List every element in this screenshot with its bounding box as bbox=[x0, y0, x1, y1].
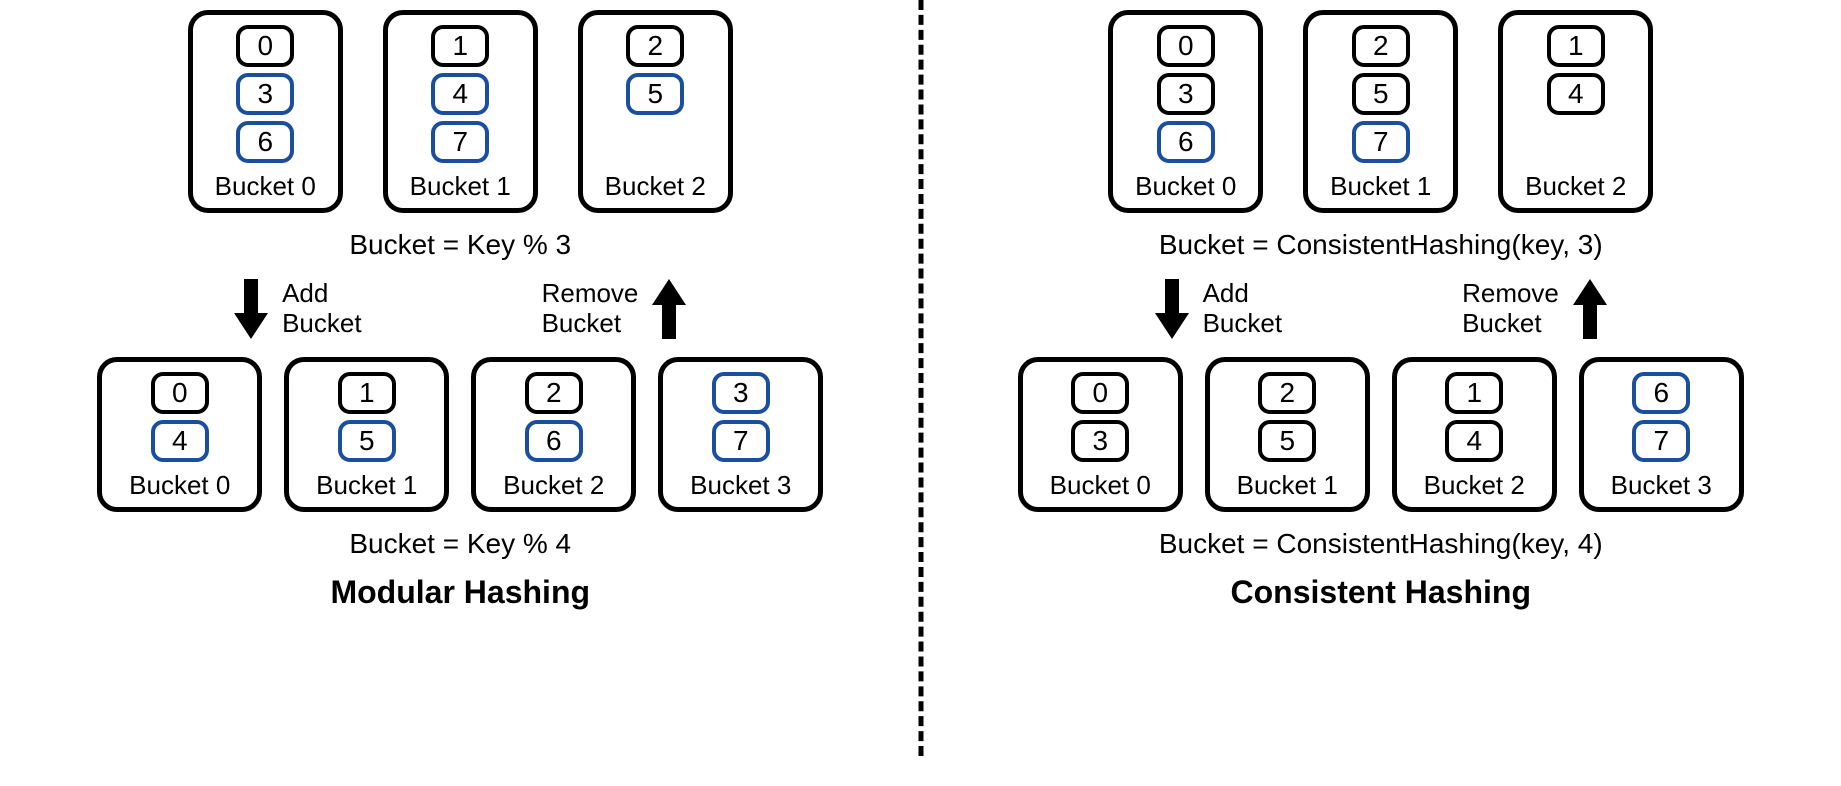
left-remove-label: RemoveBucket bbox=[542, 279, 639, 339]
left-add-label: AddBucket bbox=[282, 279, 362, 339]
key-cell: 1 bbox=[338, 372, 396, 414]
key-cell: 3 bbox=[1071, 420, 1129, 462]
bucket: 1 4 Bucket 2 bbox=[1498, 10, 1653, 213]
bucket-label: Bucket 0 bbox=[215, 171, 316, 202]
bucket-label: Bucket 0 bbox=[1135, 171, 1236, 202]
key-cell: 2 bbox=[626, 25, 684, 67]
key-cell: 3 bbox=[712, 372, 770, 414]
key-cell: 6 bbox=[525, 420, 583, 462]
right-title: Consistent Hashing bbox=[1231, 574, 1531, 611]
right-top-buckets: 0 3 6 Bucket 0 2 5 7 Bucket 1 1 4 Bucket 2 bbox=[1108, 10, 1653, 213]
right-arrows: AddBucket RemoveBucket bbox=[941, 279, 1822, 339]
key-cell: 2 bbox=[1258, 372, 1316, 414]
left-top-formula: Bucket = Key % 3 bbox=[349, 229, 571, 261]
left-remove-bucket-arrow: RemoveBucket bbox=[542, 279, 687, 339]
left-bottom-formula: Bucket = Key % 4 bbox=[349, 528, 571, 560]
key-cell: 1 bbox=[1547, 25, 1605, 67]
left-bottom-buckets: 0 4 Bucket 0 1 5 Bucket 1 2 6 Bucket 2 3 7 Bucket 3 bbox=[97, 357, 823, 512]
bucket: 0 3 6 Bucket 0 bbox=[188, 10, 343, 213]
bucket: 2 5 Bucket 2 bbox=[578, 10, 733, 213]
key-cell: 1 bbox=[431, 25, 489, 67]
key-cell: 4 bbox=[1445, 420, 1503, 462]
right-bottom-formula: Bucket = ConsistentHashing(key, 4) bbox=[1159, 528, 1603, 560]
bucket: 6 7 Bucket 3 bbox=[1579, 357, 1744, 512]
key-cell: 5 bbox=[338, 420, 396, 462]
right-add-label: AddBucket bbox=[1203, 279, 1283, 339]
key-cell: 7 bbox=[712, 420, 770, 462]
right-add-bucket-arrow: AddBucket bbox=[1155, 279, 1283, 339]
key-cell: 1 bbox=[1445, 372, 1503, 414]
right-remove-bucket-arrow: RemoveBucket bbox=[1462, 279, 1607, 339]
bucket-label: Bucket 1 bbox=[1330, 171, 1431, 202]
bucket: 2 6 Bucket 2 bbox=[471, 357, 636, 512]
bucket: 1 5 Bucket 1 bbox=[284, 357, 449, 512]
key-cell: 5 bbox=[626, 73, 684, 115]
key-cell: 4 bbox=[431, 73, 489, 115]
bucket-label: Bucket 0 bbox=[129, 470, 230, 501]
key-cell: 5 bbox=[1258, 420, 1316, 462]
vertical-divider bbox=[918, 0, 923, 756]
bucket-label: Bucket 2 bbox=[605, 171, 706, 202]
arrow-down-icon bbox=[1155, 279, 1189, 339]
key-cell: 4 bbox=[1547, 73, 1605, 115]
bucket: 2 5 Bucket 1 bbox=[1205, 357, 1370, 512]
bucket: 3 7 Bucket 3 bbox=[658, 357, 823, 512]
key-cell: 4 bbox=[151, 420, 209, 462]
key-cell: 6 bbox=[1157, 121, 1215, 163]
bucket: 1 4 7 Bucket 1 bbox=[383, 10, 538, 213]
right-top-formula: Bucket = ConsistentHashing(key, 3) bbox=[1159, 229, 1603, 261]
panel-modular-hashing: 0 3 6 Bucket 0 1 4 7 Bucket 1 2 5 Bucket 2 Bucket … bbox=[0, 0, 921, 786]
bucket-label: Bucket 1 bbox=[316, 470, 417, 501]
bucket-label: Bucket 1 bbox=[1237, 470, 1338, 501]
left-arrows: AddBucket RemoveBucket bbox=[20, 279, 901, 339]
key-cell: 0 bbox=[1071, 372, 1129, 414]
arrow-down-icon bbox=[234, 279, 268, 339]
bucket: 2 5 7 Bucket 1 bbox=[1303, 10, 1458, 213]
bucket: 1 4 Bucket 2 bbox=[1392, 357, 1557, 512]
bucket-label: Bucket 2 bbox=[503, 470, 604, 501]
bucket-label: Bucket 3 bbox=[690, 470, 791, 501]
key-cell: 6 bbox=[1632, 372, 1690, 414]
bucket: 0 3 Bucket 0 bbox=[1018, 357, 1183, 512]
bucket: 0 4 Bucket 0 bbox=[97, 357, 262, 512]
key-cell: 6 bbox=[236, 121, 294, 163]
key-cell: 3 bbox=[1157, 73, 1215, 115]
bucket-label: Bucket 2 bbox=[1525, 171, 1626, 202]
arrow-up-icon bbox=[652, 279, 686, 339]
key-cell: 3 bbox=[236, 73, 294, 115]
left-add-bucket-arrow: AddBucket bbox=[234, 279, 362, 339]
key-cell: 7 bbox=[431, 121, 489, 163]
key-cell: 2 bbox=[525, 372, 583, 414]
bucket-label: Bucket 2 bbox=[1424, 470, 1525, 501]
bucket: 0 3 6 Bucket 0 bbox=[1108, 10, 1263, 213]
key-cell: 0 bbox=[151, 372, 209, 414]
bucket-label: Bucket 3 bbox=[1611, 470, 1712, 501]
panel-consistent-hashing: 0 3 6 Bucket 0 2 5 7 Bucket 1 1 4 Bucket 2 Bucket … bbox=[921, 0, 1841, 786]
key-cell: 0 bbox=[1157, 25, 1215, 67]
left-title: Modular Hashing bbox=[330, 574, 590, 611]
key-cell: 0 bbox=[236, 25, 294, 67]
key-cell: 2 bbox=[1352, 25, 1410, 67]
right-remove-label: RemoveBucket bbox=[1462, 279, 1559, 339]
key-cell: 5 bbox=[1352, 73, 1410, 115]
arrow-up-icon bbox=[1573, 279, 1607, 339]
bucket-label: Bucket 1 bbox=[410, 171, 511, 202]
right-bottom-buckets: 0 3 Bucket 0 2 5 Bucket 1 1 4 Bucket 2 6 7 Bucket 3 bbox=[1018, 357, 1744, 512]
key-cell: 7 bbox=[1632, 420, 1690, 462]
bucket-label: Bucket 0 bbox=[1050, 470, 1151, 501]
left-top-buckets: 0 3 6 Bucket 0 1 4 7 Bucket 1 2 5 Bucket 2 bbox=[188, 10, 733, 213]
key-cell: 7 bbox=[1352, 121, 1410, 163]
